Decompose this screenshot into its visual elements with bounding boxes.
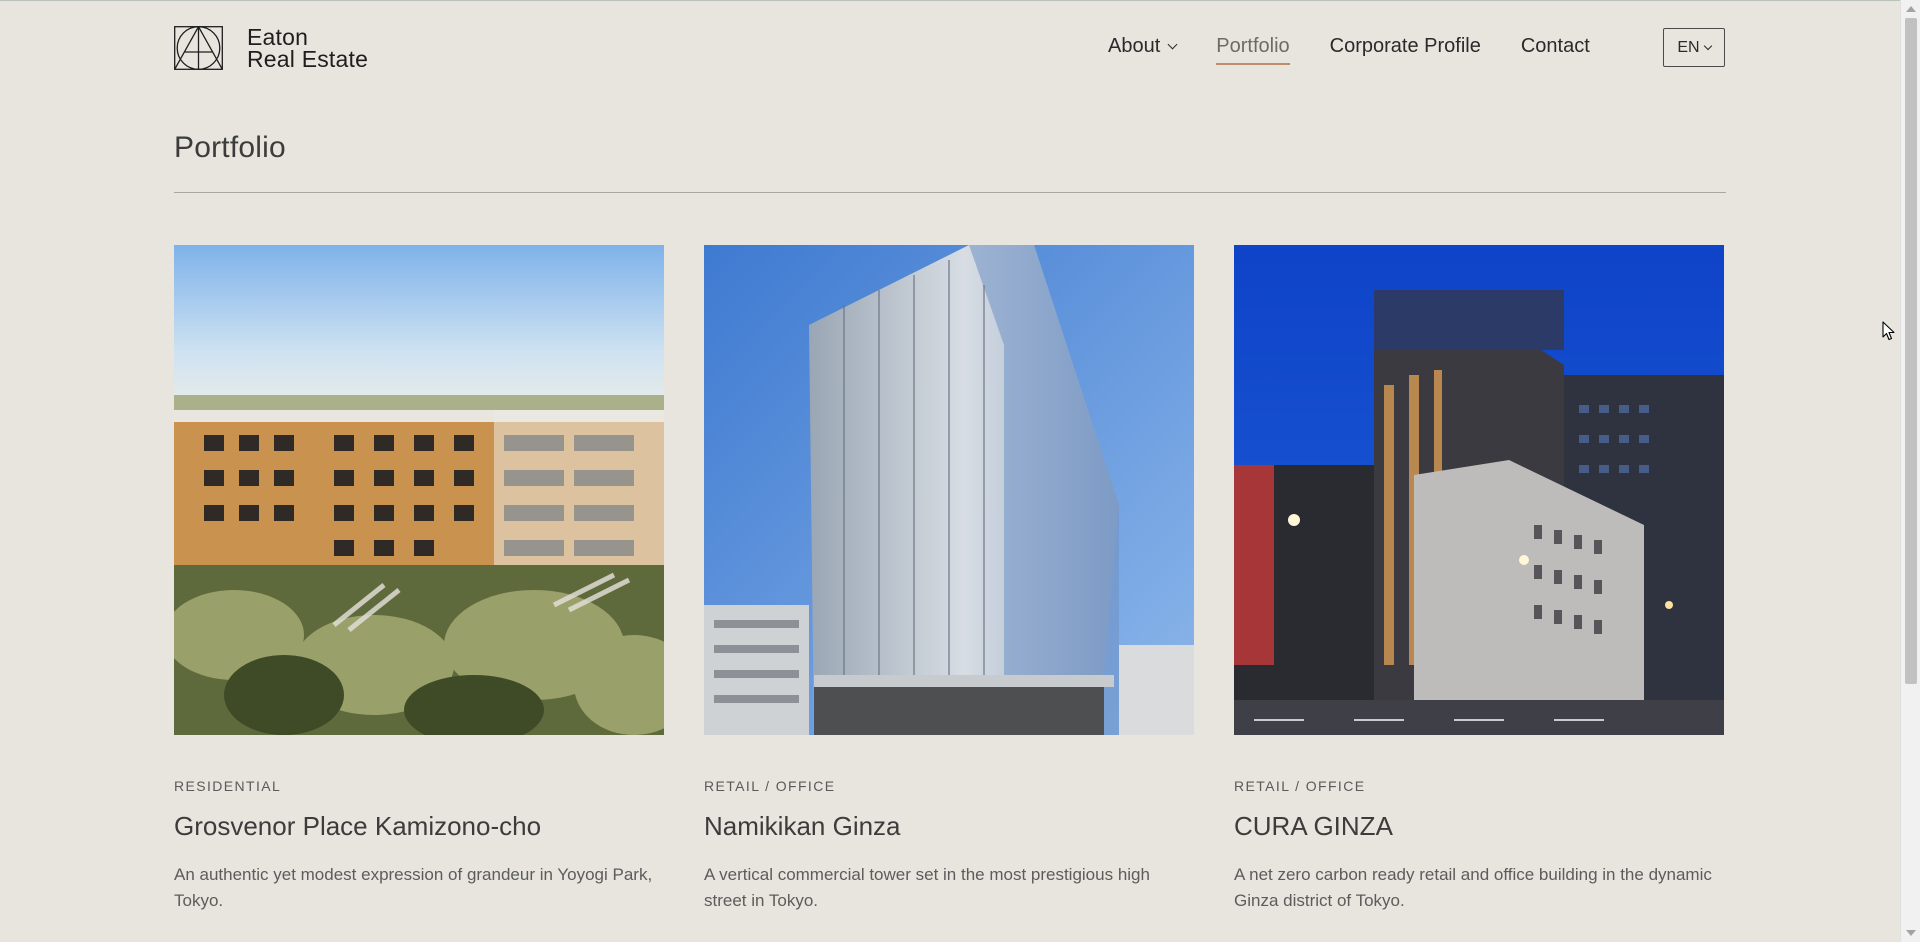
chevron-down-icon bbox=[1167, 39, 1178, 49]
property-image[interactable] bbox=[704, 245, 1194, 735]
nav-item-corporate-profile[interactable]: Corporate Profile bbox=[1330, 35, 1481, 58]
nav-item-about[interactable]: About bbox=[1108, 34, 1178, 58]
title-divider bbox=[174, 192, 1726, 193]
brand-name-line1: Eaton bbox=[247, 24, 309, 50]
portfolio-card[interactable]: RESIDENTIAL Grosvenor Place Kamizono-cho… bbox=[174, 245, 664, 914]
property-title[interactable]: CURA GINZA bbox=[1234, 811, 1724, 842]
portfolio-card[interactable]: RETAIL / OFFICE Namikikan Ginza A vertic… bbox=[704, 245, 1194, 914]
property-category: RETAIL / OFFICE bbox=[704, 778, 836, 794]
nav-item-contact-label: Contact bbox=[1520, 34, 1590, 57]
page: Eaton Real Estate About Portfolio Corpor… bbox=[0, 0, 1920, 942]
scrollbar-thumb[interactable] bbox=[1905, 18, 1917, 684]
brand-logo-link[interactable]: Eaton Real Estate bbox=[174, 24, 369, 72]
language-selector-label: EN bbox=[1677, 38, 1700, 56]
property-description: A vertical commercial tower set in the m… bbox=[704, 865, 1150, 910]
property-image[interactable] bbox=[1234, 245, 1724, 735]
nav-item-contact[interactable]: Contact bbox=[1521, 35, 1590, 58]
nav-item-about-label: About bbox=[1108, 34, 1161, 57]
property-image[interactable] bbox=[174, 245, 664, 735]
main-nav: About Portfolio Corporate Profile Contac… bbox=[1108, 28, 1630, 65]
language-selector[interactable]: EN bbox=[1663, 28, 1725, 67]
brand-name: Eaton Real Estate bbox=[247, 24, 369, 72]
property-title[interactable]: Grosvenor Place Kamizono-cho bbox=[174, 811, 664, 842]
property-description: A net zero carbon ready retail and offic… bbox=[1234, 865, 1712, 910]
nav-item-corporate-profile-label: Corporate Profile bbox=[1329, 34, 1481, 57]
page-title: Portfolio bbox=[174, 131, 286, 164]
top-border bbox=[0, 0, 1920, 1]
scroll-down-icon[interactable] bbox=[1906, 930, 1916, 936]
vertical-scrollbar[interactable] bbox=[1900, 0, 1920, 942]
property-title[interactable]: Namikikan Ginza bbox=[704, 811, 1194, 842]
property-category: RETAIL / OFFICE bbox=[1234, 778, 1366, 794]
brand-logo-icon bbox=[174, 26, 223, 70]
portfolio-card[interactable]: RETAIL / OFFICE CURA GINZA A net zero ca… bbox=[1234, 245, 1724, 914]
property-description: An authentic yet modest expression of gr… bbox=[174, 865, 653, 910]
chevron-down-icon bbox=[1703, 41, 1712, 50]
brand-name-line2: Real Estate bbox=[247, 46, 369, 72]
mouse-cursor-icon bbox=[1882, 321, 1895, 341]
scroll-up-icon[interactable] bbox=[1906, 6, 1916, 12]
nav-item-portfolio[interactable]: Portfolio bbox=[1216, 34, 1291, 65]
property-category: RESIDENTIAL bbox=[174, 778, 282, 794]
nav-item-portfolio-label: Portfolio bbox=[1216, 34, 1290, 57]
